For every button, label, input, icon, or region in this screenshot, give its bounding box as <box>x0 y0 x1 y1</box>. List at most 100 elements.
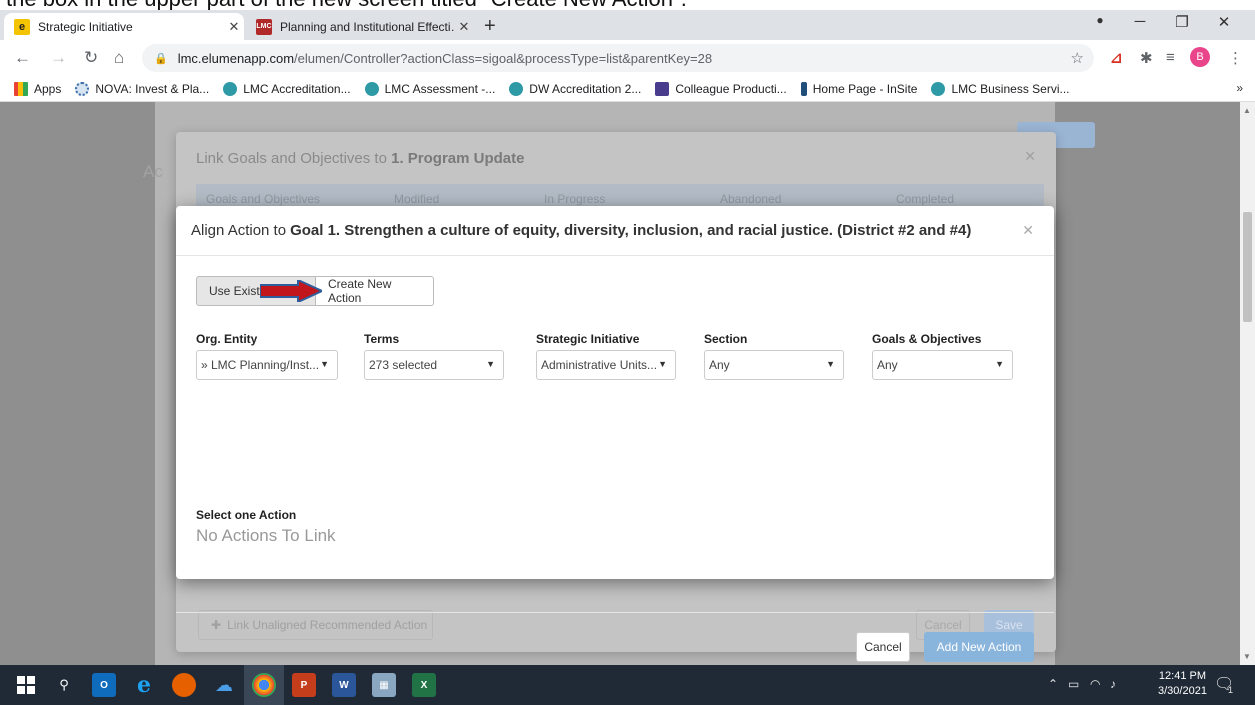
tab-close-icon[interactable]: ✕ <box>224 19 244 35</box>
home-icon[interactable]: ⌂ <box>114 48 124 68</box>
scroll-down-icon[interactable]: ▼ <box>1243 652 1251 661</box>
caret-down-icon: ▼ <box>995 359 1004 369</box>
forward-icon[interactable]: → <box>50 48 67 68</box>
caret-down-icon: ▼ <box>826 359 835 369</box>
goals-objectives-filter: Goals & Objectives Any ▼ <box>872 332 1013 380</box>
windows-taskbar: ⚲ O e ☁ P W ▦ X ⌃ ▭ ◠ ♪ 12:41 PM 3/30/20… <box>0 665 1255 705</box>
calculator-icon[interactable]: ▦ <box>372 673 396 697</box>
reading-list-icon[interactable]: ≡ <box>1166 49 1175 66</box>
notification-count: 1 <box>1228 685 1234 695</box>
clock-time: 12:41 PM <box>1158 670 1207 682</box>
caret-down-icon: ▼ <box>486 359 495 369</box>
section-select[interactable]: Any ▼ <box>704 350 844 380</box>
modal-footer-divider <box>176 612 1054 613</box>
tab-title: Planning and Institutional Effecti… <box>280 19 454 34</box>
org-entity-filter: Org. Entity » LMC Planning/Inst... ▼ <box>196 332 338 380</box>
internet-explorer-icon[interactable]: e <box>132 672 156 698</box>
bookmark-lmc-business[interactable]: LMC Business Servi... <box>931 81 1070 96</box>
word-icon[interactable]: W <box>332 673 356 697</box>
caret-down-icon: ▼ <box>658 359 667 369</box>
section-filter: Section Any ▼ <box>704 332 844 380</box>
url-bar[interactable]: 🔒 lmc.elumenapp.com/elumen/Controller?ac… <box>142 44 1094 72</box>
bookmark-apps[interactable]: Apps <box>14 81 61 96</box>
tab-planning[interactable]: LMC Planning and Institutional Effecti… … <box>246 13 474 40</box>
red-arrow-icon <box>260 280 322 302</box>
taskbar-clock[interactable]: 12:41 PM 3/30/2021 <box>1158 669 1207 699</box>
terms-filter: Terms 273 selected ▼ <box>364 332 504 380</box>
terms-select[interactable]: 273 selected ▼ <box>364 350 504 380</box>
align-action-title: Align Action to Goal 1. Strengthen a cult… <box>176 206 1054 256</box>
page-scrollbar[interactable]: ▲ ▼ <box>1240 102 1255 665</box>
clock-date: 3/30/2021 <box>1158 685 1207 697</box>
strategic-initiative-select[interactable]: Administrative Units... ▼ <box>536 350 676 380</box>
lock-icon: 🔒 <box>154 52 168 65</box>
tab-title: Strategic Initiative <box>38 19 133 34</box>
insite-icon <box>800 81 807 96</box>
browser-tab-bar: e Strategic Initiative ✕ LMC Planning an… <box>0 10 1255 40</box>
bookmark-lmc-accreditation[interactable]: LMC Accreditation... <box>223 81 351 96</box>
site-icon <box>223 81 238 96</box>
restore-icon[interactable]: ❐ <box>1162 13 1202 31</box>
firefox-icon[interactable] <box>172 673 196 697</box>
excel-icon[interactable]: X <box>412 673 436 697</box>
close-icon[interactable]: ✕ <box>1022 222 1034 239</box>
outlook-icon[interactable]: O <box>92 673 116 697</box>
lmc-favicon-icon: LMC <box>256 18 272 35</box>
site-icon <box>364 81 379 96</box>
tab-strategic-initiative[interactable]: e Strategic Initiative ✕ <box>4 13 244 40</box>
new-tab-icon[interactable]: + <box>484 15 496 38</box>
colleague-icon <box>655 81 670 96</box>
onedrive-icon[interactable]: ☁ <box>212 673 236 697</box>
bookmark-dw-accreditation[interactable]: DW Accreditation 2... <box>509 81 641 96</box>
windows-start-icon[interactable] <box>14 673 38 697</box>
add-new-action-button[interactable]: Add New Action <box>924 632 1034 662</box>
extensions-icon[interactable]: ✱ <box>1140 49 1153 67</box>
caret-down-icon: ▼ <box>320 359 329 369</box>
bookmark-lmc-assessment[interactable]: LMC Assessment -... <box>364 81 495 96</box>
search-icon[interactable]: ⚲ <box>52 673 76 697</box>
url-domain: lmc.elumenapp.com <box>177 50 295 66</box>
tray-battery-icon[interactable]: ▭ <box>1068 677 1079 691</box>
org-entity-select[interactable]: » LMC Planning/Inst... ▼ <box>196 350 338 380</box>
goals-objectives-select[interactable]: Any ▼ <box>872 350 1013 380</box>
bookmark-insite[interactable]: Home Page - InSite <box>800 81 917 96</box>
cancel-button[interactable]: Cancel <box>856 632 910 662</box>
align-action-modal: Align Action to Goal 1. Strengthen a cult… <box>176 206 1054 662</box>
menu-icon[interactable]: ⋮ <box>1228 49 1243 67</box>
more-bookmarks-icon[interactable]: » <box>1236 81 1243 95</box>
bookmark-star-icon[interactable]: ☆ <box>1071 49 1084 67</box>
window-close-icon[interactable]: ✕ <box>1204 13 1244 31</box>
site-icon <box>509 81 524 96</box>
link-unaligned-button[interactable]: ✚ Link Unaligned Recommended Action <box>198 610 433 640</box>
tray-volume-icon[interactable]: ♪ <box>1110 677 1116 691</box>
chrome-icon[interactable] <box>252 673 276 697</box>
create-new-action-button[interactable]: Create New Action <box>316 276 434 306</box>
site-icon <box>931 81 946 96</box>
document-caption: the box in the upper part of the new scr… <box>0 0 1255 10</box>
select-action-label: Select one Action <box>196 508 297 522</box>
nova-icon <box>75 81 90 96</box>
acrobat-extension-icon[interactable]: ⊿ <box>1110 49 1123 67</box>
elumen-favicon-icon: e <box>14 18 30 35</box>
minimize-icon[interactable]: ─ <box>1120 13 1160 30</box>
reload-icon[interactable]: ↻ <box>84 48 98 68</box>
address-toolbar: ← → ↻ ⌂ 🔒 lmc.elumenapp.com/elumen/Contr… <box>0 40 1255 76</box>
powerpoint-icon[interactable]: P <box>292 673 316 697</box>
back-icon[interactable]: ← <box>14 48 31 68</box>
page-viewport: Ac Link Goals and Objectives to 1. Progr… <box>0 102 1240 665</box>
tab-search-icon[interactable]: ● <box>1080 13 1120 27</box>
url-path: /elumen/Controller?actionClass=sigoal&pr… <box>294 50 713 66</box>
close-icon[interactable]: ✕ <box>1024 148 1036 165</box>
profile-avatar[interactable]: B <box>1190 47 1210 67</box>
tray-chevron-icon[interactable]: ⌃ <box>1048 677 1058 691</box>
bookmark-nova[interactable]: NOVA: Invest & Pla... <box>75 81 209 96</box>
bookmarks-bar: Apps NOVA: Invest & Pla... LMC Accredita… <box>0 76 1255 102</box>
scroll-up-icon[interactable]: ▲ <box>1243 106 1251 115</box>
tab-close-icon[interactable]: ✕ <box>454 19 474 35</box>
strategic-initiative-filter: Strategic Initiative Administrative Unit… <box>536 332 676 380</box>
apps-grid-icon <box>14 81 28 96</box>
tray-wifi-icon[interactable]: ◠ <box>1090 677 1100 691</box>
bookmark-colleague[interactable]: Colleague Producti... <box>655 81 787 96</box>
link-goals-title: Link Goals and Objectives to 1. Program … <box>196 150 525 167</box>
scrollbar-thumb[interactable] <box>1243 212 1252 322</box>
